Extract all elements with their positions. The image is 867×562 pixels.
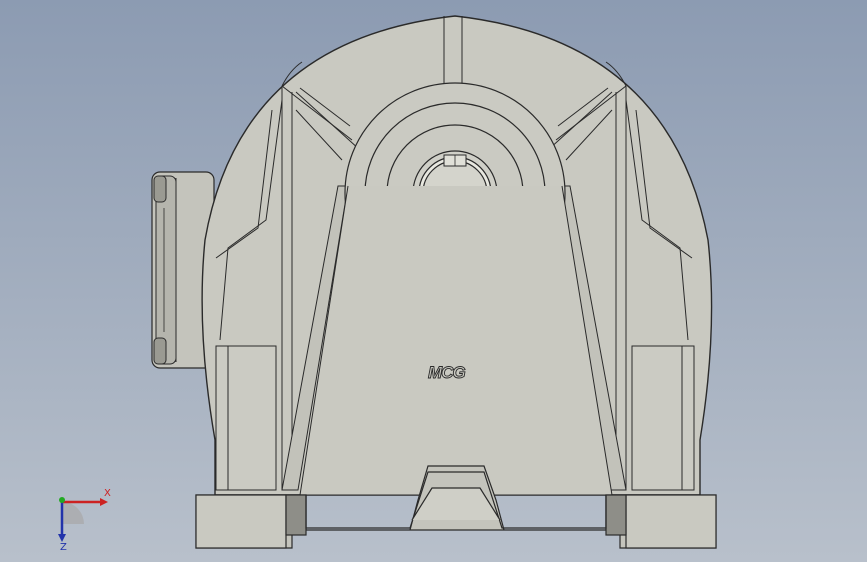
triad-plane — [62, 502, 84, 524]
cad-viewport[interactable]: MCG X Z — [0, 0, 867, 562]
center-body — [299, 185, 613, 496]
x-axis-head — [100, 498, 108, 506]
z-axis-label: Z — [60, 542, 67, 550]
axis-triad: X Z — [58, 488, 111, 550]
gearbox-model[interactable]: MCG — [0, 0, 867, 562]
z-axis-head — [58, 534, 66, 542]
shaft-keyway — [443, 154, 467, 167]
x-axis-label: X — [104, 488, 111, 499]
brand-logo: MCG — [428, 363, 465, 382]
y-axis-dot — [59, 497, 65, 503]
